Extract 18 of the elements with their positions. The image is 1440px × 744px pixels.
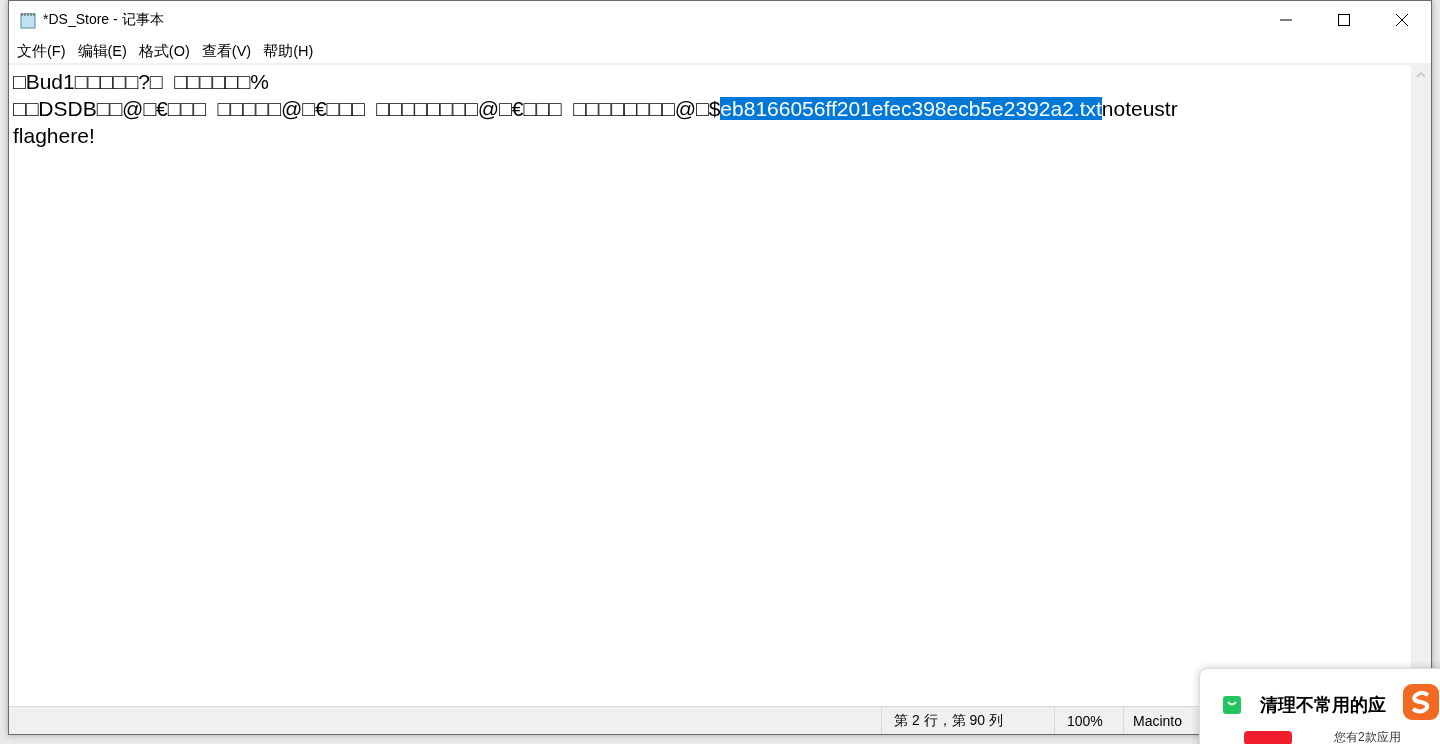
app-icon <box>1244 730 1292 744</box>
notification-title: 清理不常用的应 <box>1260 694 1386 717</box>
cursor-position: 第 2 行，第 90 列 <box>882 707 1055 734</box>
shopping-bag-icon <box>1222 695 1242 715</box>
app-icon <box>1402 683 1440 721</box>
editor-text: □Bud1□□□□□?□ □□□□□□% <box>13 70 269 93</box>
close-icon <box>1396 14 1408 26</box>
line-ending: Macinto <box>1132 711 1184 731</box>
notification-text: 您有2款应用 <box>1334 729 1401 744</box>
window-title: *DS_Store - 记事本 <box>43 11 164 29</box>
scroll-up-icon[interactable] <box>1416 72 1426 78</box>
notepad-icon <box>19 11 37 29</box>
selected-text: eb8166056ff201efec398ecb5e2392a2.txt <box>720 97 1102 120</box>
zoom-level: 100% <box>1055 707 1124 734</box>
notification-toast[interactable]: 清理不常用的应 您有2款应用 <box>1199 668 1440 744</box>
editor-text: flaghere! <box>13 124 95 147</box>
maximize-icon <box>1338 14 1350 26</box>
editor-text: □□DSDB□□@□€□□□ □□□□□@□€□□□ □□□□□□□□@□€□□□ □□□□□□□□@□$ <box>13 97 721 120</box>
